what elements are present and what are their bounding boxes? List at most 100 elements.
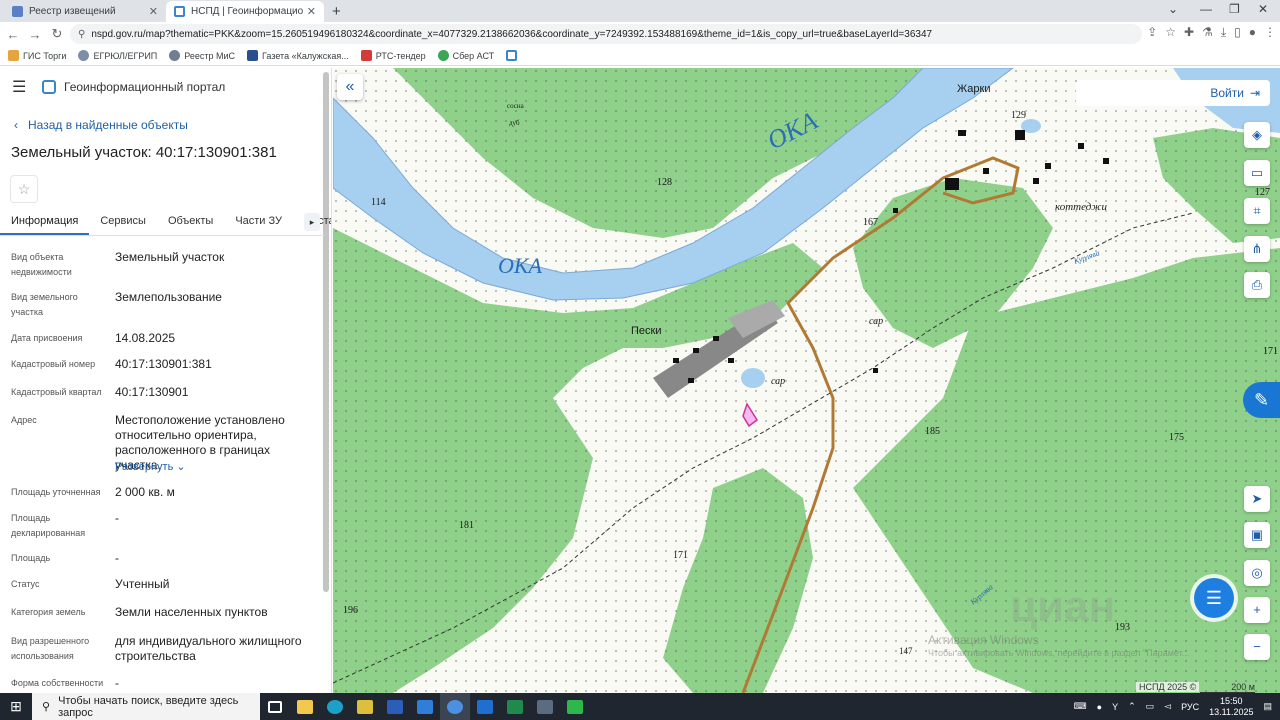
tab-objects[interactable]: Объекты <box>157 210 224 235</box>
new-tab-icon[interactable]: + <box>332 3 341 20</box>
windows-taskbar: ⊞ ⚲ Чтобы начать поиск, введите здесь за… <box>0 693 1280 720</box>
taskbar-search[interactable]: ⚲ Чтобы начать поиск, введите здесь запр… <box>32 693 260 720</box>
chevron-right-icon[interactable]: ▸ <box>304 213 320 231</box>
taskbar-search-placeholder: Чтобы начать поиск, введите здесь запрос <box>58 694 239 719</box>
outlook-icon[interactable] <box>470 693 500 720</box>
bookmark-item[interactable]: ЕГРЮЛ/ЕГРИП <box>78 50 157 61</box>
browser-toolbar: ← → ↻ ⚲ nspd.gov.ru/map?thematic=PKK&zoo… <box>0 22 1280 46</box>
attribute-value: Учтенный <box>115 577 170 591</box>
zoom-in-button[interactable]: + <box>1244 597 1270 623</box>
excel-icon[interactable] <box>500 693 530 720</box>
collapse-panel-button[interactable]: « <box>337 74 363 100</box>
geolocation-button[interactable]: ➤ <box>1244 486 1270 512</box>
favorite-star-icon[interactable]: ☆ <box>10 175 38 203</box>
address-bar[interactable]: ⚲ nspd.gov.ru/map?thematic=PKK&zoom=15.2… <box>70 24 1142 44</box>
registry-icon <box>169 50 181 61</box>
bookmark-item[interactable]: РТС-тендер <box>360 50 426 61</box>
tab-services[interactable]: Сервисы <box>89 210 157 235</box>
close-icon[interactable]: ✕ <box>307 5 316 18</box>
attribute-value: 14.08.2025 <box>115 331 176 345</box>
profile-icon[interactable]: ● <box>1249 25 1256 40</box>
bookmark-item[interactable]: ГИС Торги <box>8 50 66 61</box>
bookmark-item[interactable] <box>506 50 518 61</box>
windows-start-icon[interactable]: ⊞ <box>0 698 32 715</box>
flask-icon[interactable]: ⚗ <box>1202 25 1213 40</box>
map-canvas[interactable]: ОКА ОКА Пески Жарки коттеджи сар сар Кур… <box>333 68 1280 693</box>
volume-icon[interactable]: ◅ <box>1164 701 1171 712</box>
ruler-button[interactable]: ▭ <box>1244 160 1270 186</box>
river-label: ОКА <box>498 253 542 278</box>
system-tray: ⌨ ● Y ⌃ ▭ ◅ РУС 15:50 13.11.2025 ▤ <box>1074 693 1272 720</box>
reload-icon[interactable]: ↻ <box>46 26 68 42</box>
keyboard-icon[interactable]: ⌨ <box>1074 701 1087 712</box>
panel-scrollbar[interactable] <box>323 72 329 592</box>
nspd-logo-icon <box>506 50 518 61</box>
attribute-value: - <box>115 676 119 690</box>
back-arrow-icon[interactable]: ← <box>2 27 24 42</box>
bookmark-item[interactable]: Газета «Калужская... <box>247 50 349 61</box>
calculator-icon[interactable] <box>350 693 380 720</box>
back-link[interactable]: ‹ Назад в найденные объекты <box>0 118 331 132</box>
notifications-icon[interactable]: ▤ <box>1263 701 1272 712</box>
hamburger-menu-icon[interactable]: ☰ <box>12 77 30 97</box>
share-button[interactable]: ⋔ <box>1244 236 1270 262</box>
minimize-icon[interactable]: — <box>1200 2 1212 16</box>
object-info-panel: ☰ Геоинформационный портал ‹ Назад в най… <box>0 68 332 693</box>
attribute-label: Площадь уточненная <box>11 487 101 497</box>
calculator-app-icon[interactable] <box>530 693 560 720</box>
home-app-icon[interactable] <box>560 693 590 720</box>
sidebar-icon[interactable]: ▯ <box>1234 25 1241 40</box>
yandex-icon[interactable]: Y <box>1112 702 1118 712</box>
file-explorer-icon[interactable] <box>290 693 320 720</box>
vegetation-label: дуб <box>509 119 520 127</box>
login-button[interactable]: Войти ⇥ <box>1076 80 1270 106</box>
close-window-icon[interactable]: ✕ <box>1258 2 1268 16</box>
zoom-out-button[interactable]: − <box>1244 634 1270 660</box>
clock[interactable]: 15:50 13.11.2025 <box>1209 696 1253 718</box>
layers-button[interactable]: ◈ <box>1244 122 1270 148</box>
elevation-label: 128 <box>657 177 672 188</box>
elevation-label: 181 <box>459 520 474 531</box>
location-search-button[interactable]: ◎ <box>1244 560 1270 586</box>
print-button[interactable]: ⎙ <box>1244 272 1270 298</box>
browser-tab-bar: Реестр извещений ✕ НСПД | Геоинформацион… <box>0 0 1280 22</box>
minimap-button[interactable]: ▣ <box>1244 522 1270 548</box>
attribute-value: 2 000 кв. м <box>115 485 175 499</box>
bookmark-item[interactable]: Реестр МиС <box>169 50 235 61</box>
tray-apps-icon[interactable]: ● <box>1097 702 1102 712</box>
menu-dots-icon[interactable]: ⋮ <box>1264 25 1276 40</box>
close-icon[interactable]: ✕ <box>149 5 158 18</box>
bookmark-item[interactable]: Сбер АСТ <box>437 50 494 61</box>
word-icon[interactable] <box>380 693 410 720</box>
network-icon[interactable]: ▭ <box>1146 701 1155 712</box>
search-icon: ⚲ <box>42 701 51 713</box>
gov-emblem-icon <box>12 6 23 17</box>
browser-tab[interactable]: Реестр извещений ✕ <box>4 1 166 22</box>
assistant-icon[interactable]: ✎ <box>1243 382 1280 418</box>
browser-tab-active[interactable]: НСПД | Геоинформационный п ✕ <box>166 1 324 22</box>
site-info-icon[interactable]: ⚲ <box>78 29 85 40</box>
expand-link[interactable]: Развернуть ⌄ <box>115 460 315 475</box>
mail-icon[interactable] <box>410 693 440 720</box>
tab-information[interactable]: Информация <box>0 210 90 235</box>
download-icon[interactable]: ⤓ <box>1221 25 1226 40</box>
edge-icon[interactable] <box>320 693 350 720</box>
share-icon[interactable]: ⇪ <box>1147 25 1157 40</box>
extensions-icon[interactable]: ✚ <box>1184 25 1194 40</box>
forward-arrow-icon[interactable]: → <box>24 27 46 42</box>
restore-icon[interactable]: ❐ <box>1229 2 1240 16</box>
language-indicator[interactable]: РУС <box>1181 702 1199 712</box>
chevron-down-icon[interactable]: ⌄ <box>1168 2 1178 16</box>
chat-bubble-icon[interactable]: ☰ <box>1194 578 1234 618</box>
attribute-label: Площадь декларированная <box>11 513 86 538</box>
task-view-icon[interactable] <box>260 693 290 720</box>
tab-parts[interactable]: Части ЗУ <box>224 210 293 235</box>
chevron-left-icon: ‹ <box>14 118 18 132</box>
attribute-value: Земли населенных пунктов <box>115 605 268 619</box>
bookmark-star-icon[interactable]: ☆ <box>1165 25 1176 40</box>
newspaper-icon <box>247 50 259 61</box>
chevron-up-icon[interactable]: ⌃ <box>1128 701 1136 712</box>
select-area-button[interactable]: ⌗ <box>1244 198 1270 224</box>
chrome-icon[interactable] <box>440 693 470 720</box>
clock-date: 13.11.2025 <box>1209 706 1254 717</box>
